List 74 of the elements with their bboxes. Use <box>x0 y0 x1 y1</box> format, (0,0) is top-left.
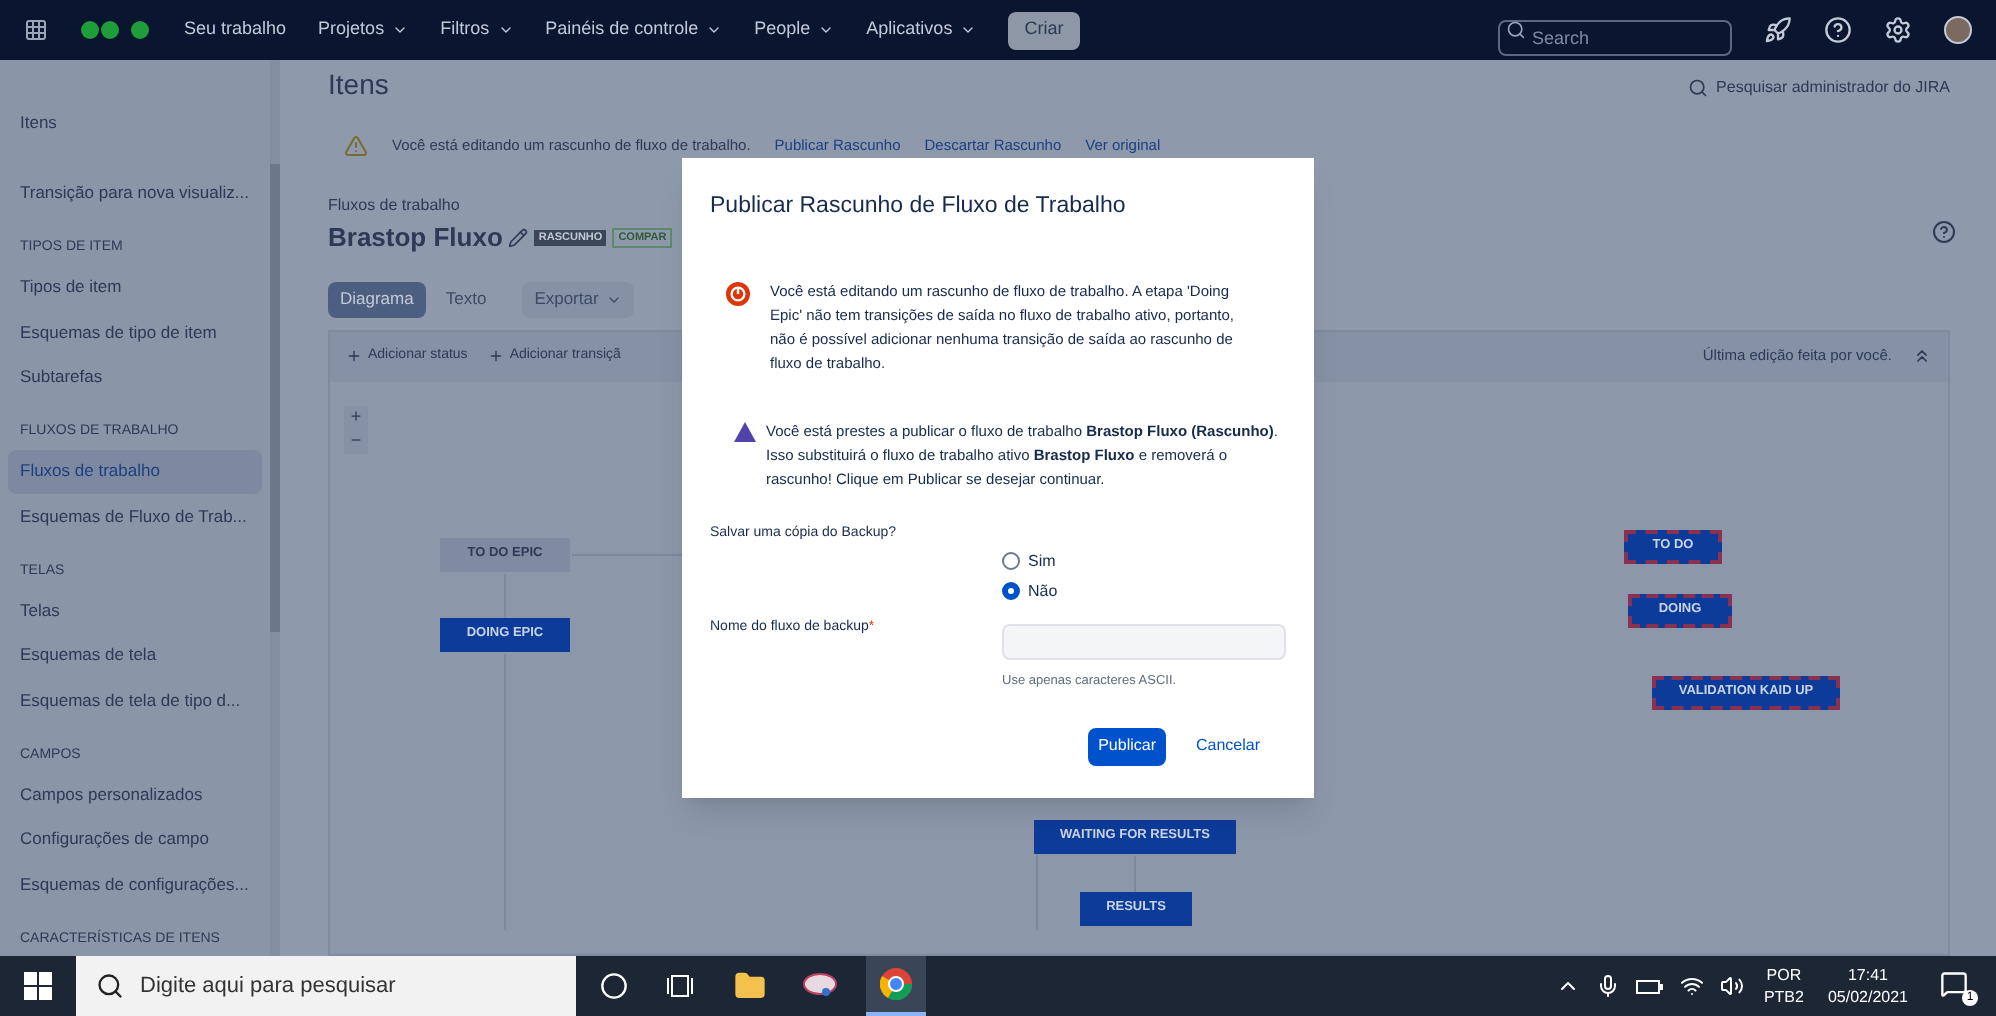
radio-option[interactable]: Não <box>1002 579 1286 604</box>
cancel-link[interactable]: Cancelar <box>1185 727 1270 765</box>
rocket-icon[interactable] <box>1764 16 1792 44</box>
sidebar-item[interactable]: Fluxos de trabalho <box>8 449 261 495</box>
sidebar-item[interactable]: Campos personalizados <box>8 772 261 818</box>
warning-icon <box>734 422 756 443</box>
sidebar-item[interactable]: Esquemas de tela de tipo d... <box>8 678 261 724</box>
error-icon <box>726 282 750 307</box>
browser-icon <box>880 968 912 1000</box>
sidebar-item[interactable]: Telas <box>8 588 261 634</box>
sidebar-item[interactable]: Esquemas de Fluxo de Trab... <box>8 494 261 540</box>
chevron-down-icon <box>706 22 723 38</box>
page-title: Itens <box>328 66 389 104</box>
nav-menu-item[interactable]: Aplicativos <box>866 16 977 44</box>
admin-search-link[interactable]: Pesquisar administrador do JIRA <box>1688 76 1950 100</box>
radio-option[interactable]: Sim <box>1002 549 1286 574</box>
view-tab[interactable]: Exportar <box>522 281 635 317</box>
create-button[interactable]: Criar <box>1008 11 1080 49</box>
folder-icon[interactable] <box>734 970 766 1002</box>
dialog-title: Publicar Rascunho de Fluxo de Trabalho <box>710 192 1128 222</box>
sidebar-item[interactable]: Esquemas de configurações... <box>8 862 261 908</box>
taskbar-search-field[interactable]: Digite aqui para pesquisar <box>76 956 576 1016</box>
sidebar-item[interactable]: Itens <box>8 100 261 145</box>
language-indicator[interactable]: POR <box>1766 964 1802 986</box>
edit-icon[interactable] <box>508 227 529 248</box>
plus-icon <box>487 348 504 364</box>
search-icon <box>96 972 124 1000</box>
nav-menu-item[interactable]: People <box>754 16 835 44</box>
clock-date[interactable]: 05/02/2021 <box>1827 986 1908 1008</box>
sidebar-item[interactable]: Esquemas de tipo de item <box>8 310 261 356</box>
warning-icon <box>344 134 368 158</box>
zoom-button[interactable]: + <box>344 405 368 429</box>
collapse-icon[interactable] <box>1912 346 1932 366</box>
logo-icon[interactable] <box>80 20 152 40</box>
clock-time[interactable]: 17:41 <box>1847 964 1888 986</box>
nav-menu-item[interactable]: Filtros <box>440 16 514 44</box>
app-switcher-icon[interactable] <box>24 18 48 42</box>
keyboard-layout-indicator[interactable]: PTB2 <box>1763 986 1804 1008</box>
chevron-down-icon <box>392 22 409 38</box>
backup-name-field[interactable] <box>1002 623 1286 660</box>
view-tab[interactable]: Texto <box>433 281 499 317</box>
task-view-icon[interactable] <box>666 972 694 1000</box>
battery-icon[interactable] <box>1635 976 1664 996</box>
sidebar-item[interactable]: Esquemas de tela <box>8 633 261 679</box>
volume-icon[interactable] <box>1719 974 1744 998</box>
sidebar-item[interactable]: Tipos de item <box>8 265 261 311</box>
settings-icon[interactable] <box>1884 16 1912 44</box>
avatar[interactable] <box>1944 16 1972 44</box>
radio-button[interactable] <box>1002 552 1020 571</box>
publish-button[interactable]: Publicar <box>1088 727 1166 765</box>
search-icon <box>1506 20 1526 40</box>
sidebar-item[interactable]: Configurações de campo <box>8 817 261 863</box>
plus-icon <box>346 348 362 364</box>
browser-taskbar-button[interactable] <box>866 956 926 1016</box>
zoom-button[interactable]: − <box>344 429 368 453</box>
windows-start-icon[interactable] <box>24 972 52 1000</box>
radio-button[interactable] <box>1002 582 1020 601</box>
search-icon <box>1688 78 1709 98</box>
nav-menu-item[interactable]: Painéis de controle <box>545 16 723 44</box>
chevron-down-icon <box>497 22 514 38</box>
app-icon[interactable] <box>802 972 838 1000</box>
sidebar-item[interactable]: Transição para nova visualiz... <box>8 171 261 216</box>
nav-menu-item[interactable]: Projetos <box>318 16 409 44</box>
chevron-down-icon <box>960 22 977 38</box>
microphone-icon[interactable] <box>1595 974 1620 998</box>
cortana-icon[interactable] <box>600 972 628 1000</box>
notifications-icon[interactable] <box>1940 970 1968 998</box>
view-tab[interactable]: Diagrama <box>328 281 426 317</box>
sidebar-item[interactable]: Subtarefas <box>8 355 261 401</box>
workflow-title: Brastop Fluxo <box>328 220 503 256</box>
search-field[interactable]: Search <box>1498 20 1732 56</box>
nav-menu-item[interactable]: Seu trabalho <box>184 16 287 44</box>
chevron-down-icon <box>818 22 835 38</box>
breadcrumb[interactable]: Fluxos de trabalho <box>328 194 460 218</box>
